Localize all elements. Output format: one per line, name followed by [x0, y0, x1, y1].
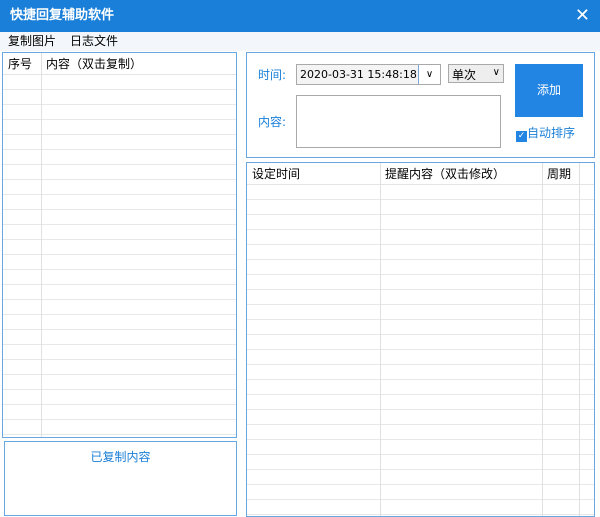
- close-icon[interactable]: ✕: [575, 0, 590, 32]
- menu-bar: 复制图片 日志文件: [0, 32, 600, 51]
- col-period: 周期: [547, 167, 572, 181]
- table-header: 序号 内容（双击复制）: [3, 53, 236, 75]
- chevron-down-icon: ∨: [492, 67, 500, 78]
- copied-content-box: 已复制内容: [4, 441, 237, 516]
- content-label: 内容:: [258, 115, 287, 129]
- time-value: 2020-03-31 15:48:18: [300, 68, 417, 81]
- auto-sort-label: 自动排序: [527, 126, 576, 140]
- menu-log-file[interactable]: 日志文件: [70, 34, 118, 48]
- reminder-table[interactable]: 设定时间 提醒内容（双击修改） 周期: [246, 162, 595, 517]
- period-select[interactable]: 单次 ∨: [448, 64, 504, 83]
- chevron-down-icon[interactable]: ∨: [418, 65, 440, 84]
- add-button[interactable]: 添加: [515, 64, 583, 117]
- col-set-time: 设定时间: [252, 167, 301, 181]
- col-reminder-content: 提醒内容（双击修改）: [385, 167, 506, 181]
- menu-copy-image[interactable]: 复制图片: [8, 34, 56, 48]
- copied-content-label: 已复制内容: [90, 450, 151, 464]
- auto-sort-checkbox[interactable]: ✓ 自动排序: [516, 124, 575, 142]
- time-label: 时间:: [258, 68, 287, 82]
- history-table[interactable]: 序号 内容（双击复制）: [2, 52, 237, 438]
- add-reminder-panel: 时间: 2020-03-31 15:48:18 ∨ 单次 ∨ 内容: 添加 ✓ 自…: [246, 52, 595, 158]
- title-bar: 快捷回复辅助软件: [0, 0, 600, 32]
- col-index: 序号: [8, 57, 33, 71]
- window-title: 快捷回复辅助软件: [10, 8, 115, 23]
- table-rows[interactable]: [3, 75, 236, 437]
- content-input[interactable]: [296, 95, 501, 148]
- checkbox-check-icon: ✓: [516, 131, 527, 142]
- period-value: 单次: [452, 68, 477, 82]
- col-content: 内容（双击复制）: [46, 57, 143, 71]
- time-picker[interactable]: 2020-03-31 15:48:18 ∨: [296, 64, 441, 85]
